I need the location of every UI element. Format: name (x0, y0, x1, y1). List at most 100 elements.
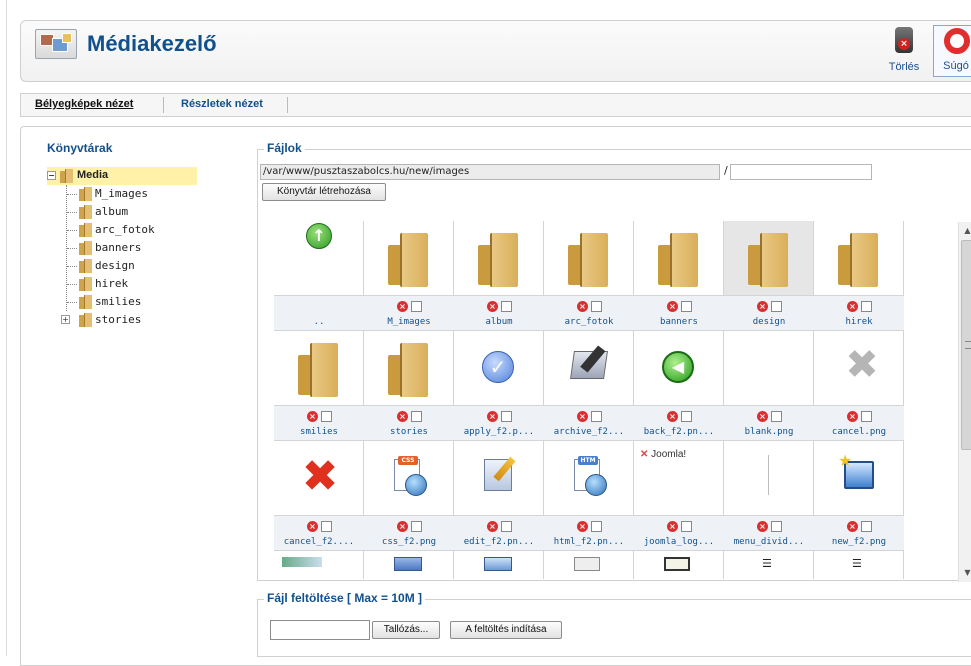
delete-icon[interactable]: × (397, 411, 408, 422)
file-tile[interactable]: × archive_f2... (544, 331, 634, 441)
folder-icon[interactable] (386, 341, 432, 397)
file-tile[interactable]: × new_f2.png (814, 441, 904, 551)
file-tile[interactable]: CSS × css_f2.png (364, 441, 454, 551)
file-tile[interactable]: × M_images (364, 221, 454, 331)
document-icon[interactable] (574, 557, 600, 571)
back-icon[interactable]: ◀ (662, 351, 694, 383)
grid-scrollbar[interactable]: ▲ ▼ (958, 222, 971, 582)
delete-icon[interactable]: × (847, 411, 858, 422)
help-button[interactable]: Súgó (933, 25, 971, 77)
file-tile[interactable]: ↑ .. (274, 221, 364, 331)
file-tile[interactable]: × menu_divid... (724, 441, 814, 551)
delete-icon[interactable]: × (487, 521, 498, 532)
delete-icon[interactable]: × (487, 301, 498, 312)
select-checkbox[interactable] (771, 301, 782, 312)
select-checkbox[interactable] (861, 521, 872, 532)
window-icon[interactable] (394, 557, 422, 571)
file-tile[interactable]: × design (724, 221, 814, 331)
select-checkbox[interactable] (771, 411, 782, 422)
folder-icon[interactable] (386, 231, 432, 287)
align-left-icon[interactable]: ☰ (762, 557, 772, 570)
delete-icon[interactable]: × (397, 301, 408, 312)
select-checkbox[interactable] (501, 301, 512, 312)
folder-icon[interactable] (296, 341, 342, 397)
joomla-logo-icon[interactable]: ✕ Joomla! (640, 449, 686, 460)
file-path-input[interactable] (270, 620, 370, 640)
folder-icon[interactable] (746, 231, 792, 287)
apply-icon[interactable]: ✓ (482, 351, 514, 383)
create-folder-button[interactable]: Könyvtár létrehozása (262, 183, 386, 201)
file-tile[interactable] (274, 551, 364, 579)
delete-icon[interactable]: × (307, 411, 318, 422)
delete-icon[interactable]: × (577, 301, 588, 312)
align-right-icon[interactable]: ☰ (852, 557, 862, 570)
up-arrow-icon[interactable]: ↑ (306, 223, 332, 249)
select-checkbox[interactable] (771, 521, 782, 532)
new-folder-input[interactable] (730, 164, 872, 180)
tree-item-media[interactable]: − Media (47, 167, 197, 185)
delete-icon[interactable]: × (397, 521, 408, 532)
file-tile[interactable]: ✖ × cancel.png (814, 331, 904, 441)
archive-icon[interactable] (570, 351, 608, 379)
delete-icon[interactable]: × (487, 411, 498, 422)
select-checkbox[interactable] (861, 301, 872, 312)
start-upload-button[interactable]: A feltöltés indítása (450, 621, 562, 639)
delete-icon[interactable]: × (847, 301, 858, 312)
delete-icon[interactable]: × (757, 411, 768, 422)
expand-icon[interactable]: + (61, 315, 70, 324)
select-checkbox[interactable] (321, 411, 332, 422)
file-tile[interactable]: ✓ × apply_f2.p... (454, 331, 544, 441)
select-checkbox[interactable] (501, 521, 512, 532)
file-tile[interactable]: × album (454, 221, 544, 331)
select-checkbox[interactable] (591, 301, 602, 312)
delete-button[interactable]: × Törlés (881, 25, 927, 77)
file-tile[interactable]: ◀ × back_f2.pn... (634, 331, 724, 441)
delete-icon[interactable]: × (577, 521, 588, 532)
file-tile[interactable]: × blank.png (724, 331, 814, 441)
file-tile[interactable]: ☰ (724, 551, 814, 579)
select-checkbox[interactable] (411, 411, 422, 422)
select-checkbox[interactable] (591, 521, 602, 532)
folder-icon[interactable] (656, 231, 702, 287)
delete-icon[interactable]: × (667, 521, 678, 532)
folder-icon[interactable] (836, 231, 882, 287)
folder-icon[interactable] (476, 231, 522, 287)
cancel-red-icon[interactable]: ✖ (300, 455, 340, 499)
file-tile[interactable]: × banners (634, 221, 724, 331)
delete-icon[interactable]: × (577, 411, 588, 422)
select-checkbox[interactable] (681, 411, 692, 422)
file-tile[interactable]: × edit_f2.pn... (454, 441, 544, 551)
select-checkbox[interactable] (861, 411, 872, 422)
joomla-powered-icon[interactable] (282, 557, 322, 567)
html-doc-icon[interactable]: HTM (574, 456, 607, 496)
file-tile[interactable]: HTM × html_f2.pn... (544, 441, 634, 551)
menu-divider-icon[interactable] (768, 455, 769, 495)
file-tile[interactable]: × smilies (274, 331, 364, 441)
delete-icon[interactable]: × (757, 521, 768, 532)
select-checkbox[interactable] (681, 521, 692, 532)
file-tile[interactable] (454, 551, 544, 579)
file-tile[interactable]: × hirek (814, 221, 904, 331)
file-tile[interactable]: × stories (364, 331, 454, 441)
edit-icon[interactable] (484, 459, 512, 491)
select-checkbox[interactable] (591, 411, 602, 422)
file-tile[interactable]: ✖ × cancel_f2.... (274, 441, 364, 551)
scroll-up-icon[interactable]: ▲ (959, 224, 971, 238)
delete-icon[interactable]: × (757, 301, 768, 312)
new-icon[interactable] (838, 451, 874, 489)
delete-icon[interactable]: × (847, 521, 858, 532)
file-tile[interactable] (634, 551, 724, 579)
select-checkbox[interactable] (321, 521, 332, 532)
browse-button[interactable]: Tallózás... (372, 621, 440, 639)
file-tile[interactable]: ✕ Joomla! × joomla_log... (634, 441, 724, 551)
scroll-thumb[interactable] (961, 240, 971, 450)
tab-details[interactable]: Részletek nézet (181, 98, 263, 110)
collapse-icon[interactable]: − (47, 171, 56, 180)
file-tile[interactable]: ☰ (814, 551, 904, 579)
select-checkbox[interactable] (411, 521, 422, 532)
folder-icon[interactable] (566, 231, 612, 287)
file-tile[interactable] (544, 551, 634, 579)
scroll-down-icon[interactable]: ▼ (959, 566, 971, 580)
notes-icon[interactable] (664, 557, 690, 571)
delete-icon[interactable]: × (307, 521, 318, 532)
